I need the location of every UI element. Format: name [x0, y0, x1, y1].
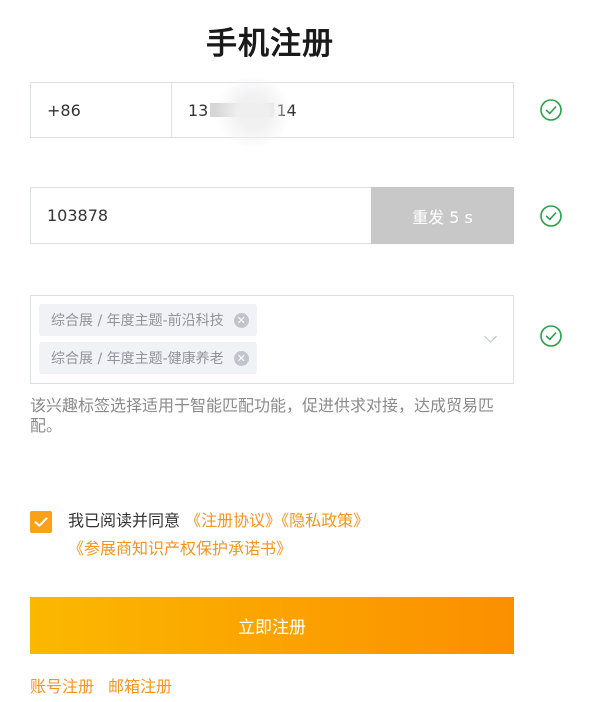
check-circle-icon: [540, 99, 562, 121]
checkmark-icon: [34, 517, 48, 527]
phone-number-prefix: 13: [188, 100, 209, 120]
phone-field-group: +86 13 14: [30, 77, 514, 147]
check-circle-icon: [540, 325, 562, 347]
close-circle-icon[interactable]: ✕: [233, 350, 249, 366]
agreement-checkbox[interactable]: [30, 511, 52, 533]
register-submit-button[interactable]: 立即注册: [30, 597, 514, 654]
interest-tag: 综合展 / 年度主题-健康养老 ✕: [39, 342, 257, 374]
verification-code-group: 103878 重发 5 s: [30, 187, 514, 244]
interest-tag: 综合展 / 年度主题-前沿科技 ✕: [39, 304, 257, 336]
page-title: 手机注册: [206, 26, 334, 62]
interest-hint-text: 该兴趣标签选择适用于智能匹配功能，促进供求对接，达成贸易匹配。: [30, 396, 495, 435]
close-circle-icon[interactable]: ✕: [233, 312, 249, 328]
phone-number-input[interactable]: 13 14: [172, 77, 513, 147]
exhibitor-ip-pledge-link[interactable]: 《参展商知识产权保护承诺书》: [68, 539, 292, 558]
interest-tags-select[interactable]: 综合展 / 年度主题-前沿科技 ✕ 综合展 / 年度主题-健康养老 ✕: [30, 295, 514, 384]
phone-number-suffix: 14: [276, 100, 297, 120]
check-circle-icon: [540, 205, 562, 227]
interest-tag-label: 综合展 / 年度主题-前沿科技: [51, 313, 224, 329]
country-code-select[interactable]: +86: [31, 83, 172, 137]
alternate-register-links: 账号注册 邮箱注册: [30, 673, 172, 697]
account-register-link[interactable]: 账号注册: [30, 677, 94, 696]
verification-code-input[interactable]: 103878: [30, 187, 371, 244]
phone-number-mask: [210, 103, 275, 117]
interest-tag-label: 综合展 / 年度主题-健康养老: [51, 351, 224, 367]
agreement-text: 我已阅读并同意: [68, 511, 181, 530]
privacy-link[interactable]: 《隐私政策》: [281, 511, 369, 530]
terms-link[interactable]: 《注册协议》: [185, 511, 281, 530]
resend-code-button[interactable]: 重发 5 s: [371, 187, 514, 244]
email-register-link[interactable]: 邮箱注册: [108, 677, 172, 696]
